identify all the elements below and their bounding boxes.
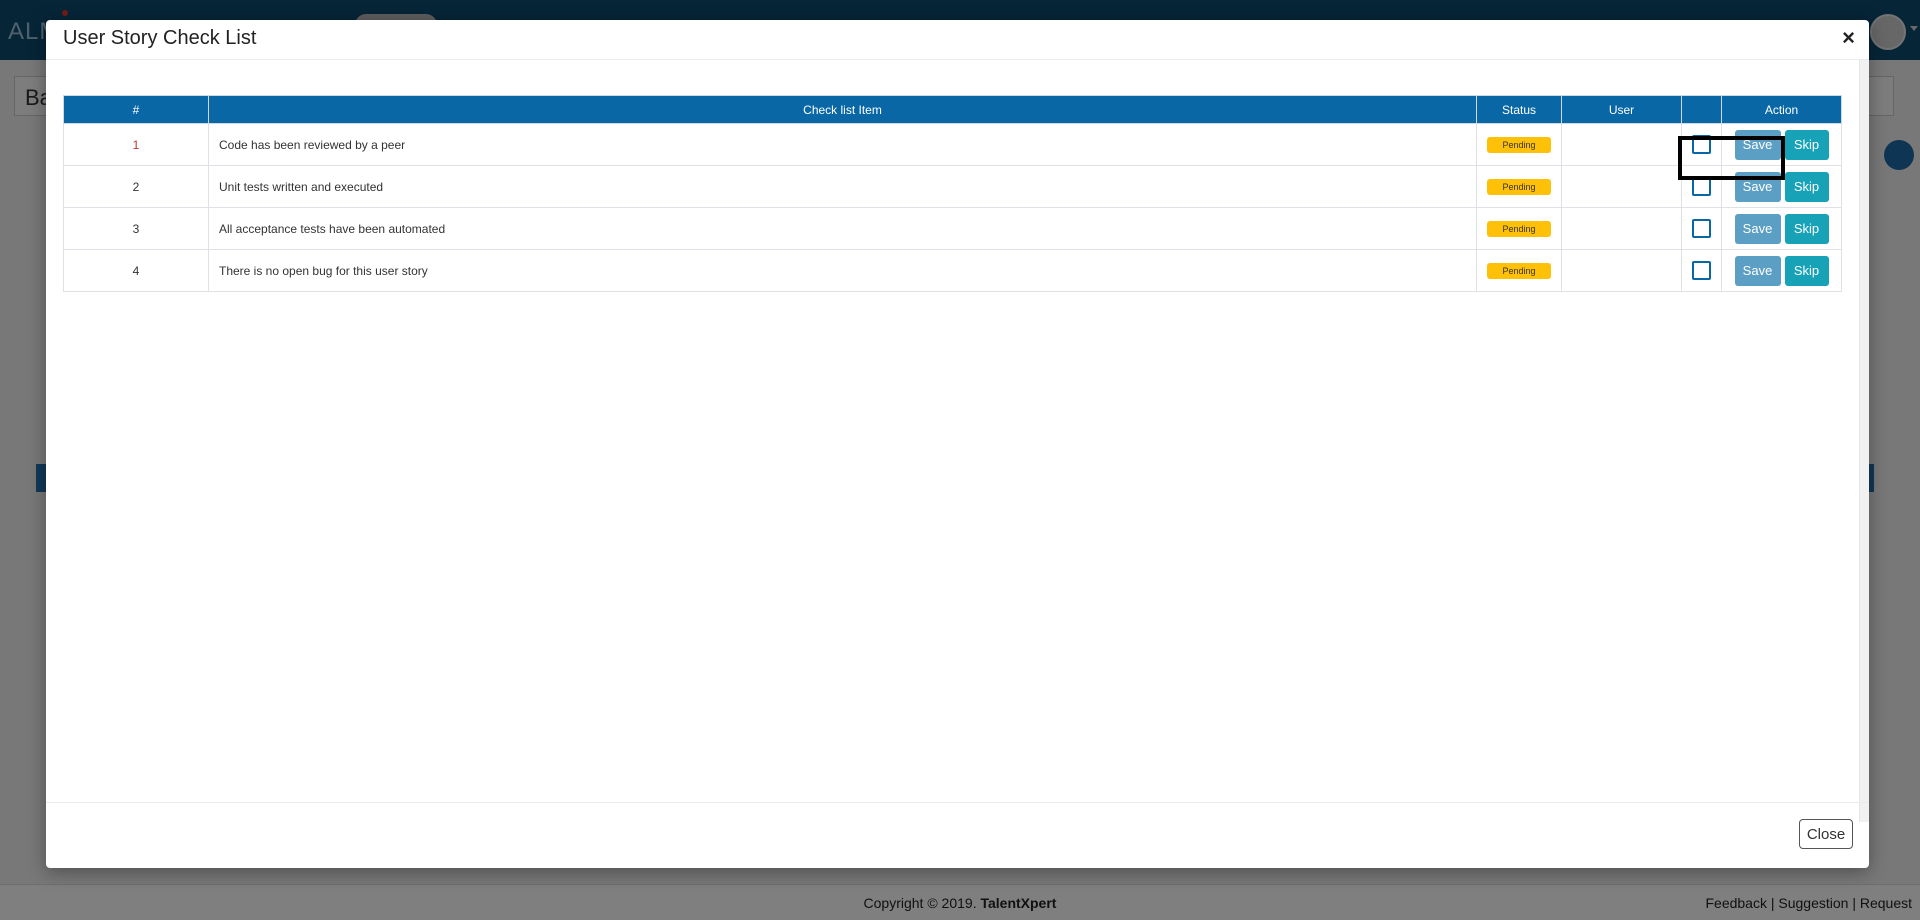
checkbox-cell (1681, 207, 1722, 250)
checkbox-cell (1681, 165, 1722, 208)
close-icon[interactable]: × (1842, 26, 1855, 50)
save-button[interactable]: Save (1734, 171, 1781, 202)
status-badge: Pending (1487, 220, 1551, 237)
modal-scrollbar[interactable] (1859, 60, 1869, 822)
status-badge: Pending (1487, 262, 1551, 279)
table-row: 3 All acceptance tests have been automat… (63, 207, 1842, 250)
header-status: Status (1476, 95, 1562, 124)
save-button[interactable]: Save (1734, 255, 1781, 286)
modal-footer: Close (46, 802, 1869, 868)
item-checkbox[interactable] (1692, 219, 1711, 238)
item-checkbox[interactable] (1692, 177, 1711, 196)
action-cell: Save Skip (1721, 207, 1842, 250)
checklist-modal: User Story Check List × # Check list Ite… (46, 20, 1869, 868)
close-button[interactable]: Close (1799, 819, 1853, 849)
modal-header: User Story Check List × (46, 20, 1869, 60)
row-number: 2 (63, 165, 209, 208)
status-badge: Pending (1487, 136, 1551, 153)
table-row: 1 Code has been reviewed by a peer Pendi… (63, 123, 1842, 166)
checklist-item-text: Unit tests written and executed (208, 165, 1477, 208)
header-action: Action (1721, 95, 1842, 124)
row-number: 3 (63, 207, 209, 250)
save-button[interactable]: Save (1734, 129, 1781, 160)
table-row: 4 There is no open bug for this user sto… (63, 249, 1842, 292)
action-cell: Save Skip (1721, 249, 1842, 292)
table-row: 2 Unit tests written and executed Pendin… (63, 165, 1842, 208)
status-cell: Pending (1476, 249, 1562, 292)
status-cell: Pending (1476, 207, 1562, 250)
action-cell: Save Skip (1721, 123, 1842, 166)
modal-title: User Story Check List (63, 27, 257, 49)
header-checkbox (1681, 95, 1722, 124)
skip-button[interactable]: Skip (1784, 171, 1829, 202)
action-cell: Save Skip (1721, 165, 1842, 208)
header-checklist-item: Check list Item (208, 95, 1477, 124)
header-user: User (1561, 95, 1682, 124)
modal-body: # Check list Item Status User Action 1 C… (46, 60, 1869, 822)
skip-button[interactable]: Skip (1784, 129, 1829, 160)
status-badge: Pending (1487, 178, 1551, 195)
row-number: 1 (63, 123, 209, 166)
checklist-item-text: Code has been reviewed by a peer (208, 123, 1477, 166)
user-cell (1561, 249, 1682, 292)
item-checkbox[interactable] (1692, 261, 1711, 280)
header-number: # (63, 95, 209, 124)
user-cell (1561, 165, 1682, 208)
item-checkbox[interactable] (1692, 135, 1711, 154)
checklist-item-text: There is no open bug for this user story (208, 249, 1477, 292)
row-number: 4 (63, 249, 209, 292)
table-header-row: # Check list Item Status User Action (63, 95, 1842, 124)
status-cell: Pending (1476, 123, 1562, 166)
save-button[interactable]: Save (1734, 213, 1781, 244)
user-cell (1561, 123, 1682, 166)
status-cell: Pending (1476, 165, 1562, 208)
skip-button[interactable]: Skip (1784, 213, 1829, 244)
user-cell (1561, 207, 1682, 250)
checklist-table: # Check list Item Status User Action 1 C… (63, 95, 1842, 292)
skip-button[interactable]: Skip (1784, 255, 1829, 286)
checkbox-cell (1681, 123, 1722, 166)
checklist-item-text: All acceptance tests have been automated (208, 207, 1477, 250)
checkbox-cell (1681, 249, 1722, 292)
